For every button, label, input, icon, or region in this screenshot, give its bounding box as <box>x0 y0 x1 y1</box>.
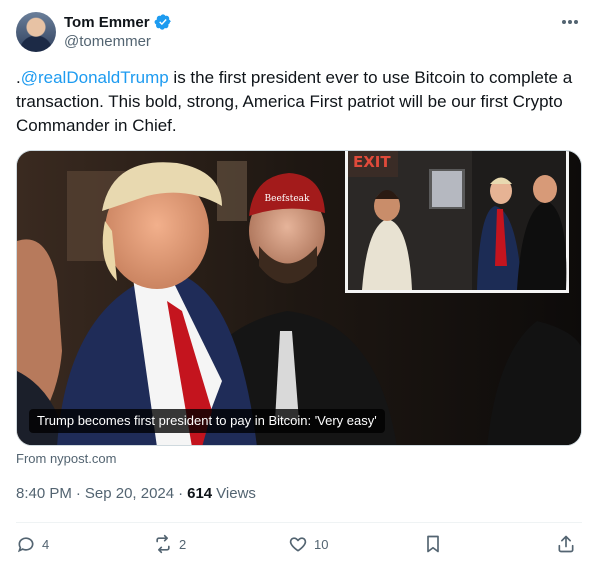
divider <box>16 522 582 523</box>
bookmark-icon <box>427 535 439 553</box>
views-count: 614 <box>187 485 213 502</box>
media-card[interactable]: Beefsteak EXIT Trump becomes first presi… <box>16 150 582 446</box>
more-dots-icon <box>562 20 578 24</box>
tweet-date[interactable]: Sep 20, 2024 <box>85 485 174 502</box>
repost-icon <box>156 534 170 554</box>
share-icon <box>558 535 574 553</box>
share-button[interactable] <box>556 534 576 554</box>
bookmark-button[interactable] <box>423 534 443 554</box>
reply-count: 4 <box>42 536 50 552</box>
heart-icon <box>289 537 307 552</box>
mention-link[interactable]: @realDonaldTrump <box>21 68 169 87</box>
reply-button[interactable]: 4 <box>16 534 49 554</box>
tweet-meta: 8:40 PM · Sep 20, 2024 · 614 Views <box>16 485 256 502</box>
action-bar: 4 2 10 <box>16 534 582 558</box>
meta-separator: · <box>75 485 81 502</box>
news-photo: Beefsteak EXIT <box>17 151 581 445</box>
avatar[interactable] <box>16 12 56 52</box>
hat-text: Beefsteak <box>265 194 311 204</box>
author-handle[interactable]: @tomemmer <box>64 33 151 50</box>
like-count: 10 <box>314 536 329 552</box>
like-button[interactable]: 10 <box>288 534 328 554</box>
tweet-time[interactable]: 8:40 PM <box>16 485 72 502</box>
views-label: Views <box>216 485 256 502</box>
link-source[interactable]: From nypost.com <box>16 451 116 466</box>
author-name-row: Tom Emmer <box>64 12 172 32</box>
inset-exit-sign: EXIT <box>353 153 391 171</box>
more-options-button[interactable] <box>558 12 582 32</box>
reply-icon <box>17 537 34 553</box>
meta-separator: · <box>178 485 184 502</box>
verified-badge-icon[interactable] <box>154 13 172 31</box>
tweet-text: .@realDonaldTrump is the first president… <box>16 66 582 138</box>
author-name[interactable]: Tom Emmer <box>64 14 150 31</box>
repost-button[interactable]: 2 <box>153 534 186 554</box>
media-caption: Trump becomes first president to pay in … <box>29 409 385 433</box>
repost-count: 2 <box>179 536 187 552</box>
